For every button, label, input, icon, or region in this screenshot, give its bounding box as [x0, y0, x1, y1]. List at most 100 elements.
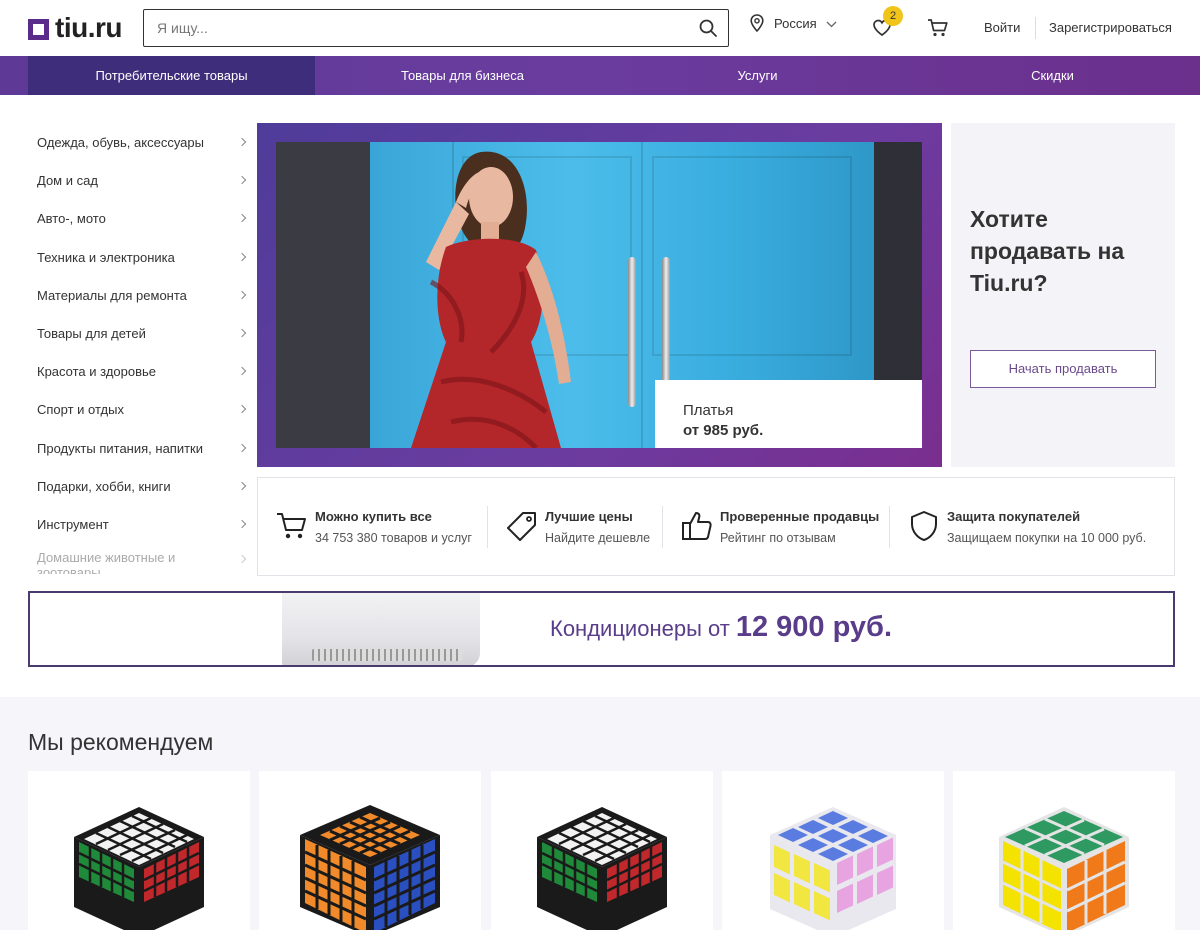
- hero-banner[interactable]: Платья от 985 руб.: [257, 123, 942, 467]
- chevron-right-icon: [237, 290, 247, 299]
- region-selector[interactable]: Россия: [750, 14, 837, 32]
- category-item[interactable]: Техника и электроника: [28, 239, 250, 277]
- chevron-right-icon: [237, 519, 247, 529]
- nav-consumer-goods[interactable]: Потребительские товары: [28, 56, 315, 95]
- chevron-right-icon: [237, 214, 247, 223]
- category-label: Продукты питания, напитки: [37, 440, 204, 456]
- category-item[interactable]: Красота и здоровье: [28, 353, 250, 391]
- chevron-down-icon: [826, 21, 837, 27]
- nav-business-goods[interactable]: Товары для бизнеса: [315, 56, 610, 95]
- feature-item: Проверенные продавцы Рейтинг по отзывам: [663, 478, 890, 575]
- search-box: [143, 9, 729, 47]
- rubiks-cube-image: [999, 807, 1129, 930]
- search-icon[interactable]: [698, 18, 718, 38]
- sell-promo: Хотите продавать на Tiu.ru? Начать прода…: [951, 123, 1175, 467]
- chevron-right-icon: [237, 252, 247, 261]
- hero-image: Платья от 985 руб.: [276, 142, 922, 448]
- category-item[interactable]: Одежда, обувь, аксессуары: [28, 124, 250, 162]
- logo-text: tiu.ru: [55, 12, 123, 43]
- rubiks-cube-image: [537, 807, 667, 930]
- category-item[interactable]: Дом и сад: [28, 162, 250, 200]
- chevron-right-icon: [237, 405, 247, 414]
- rubiks-cube-image: [770, 807, 896, 930]
- category-label: Красота и здоровье: [37, 364, 157, 380]
- rubiks-cube-image: [74, 807, 204, 930]
- cart-icon: [277, 513, 306, 539]
- search-input[interactable]: [144, 10, 684, 46]
- model-figure: [411, 151, 571, 448]
- ac-banner-label: Кондиционеры от: [550, 616, 730, 641]
- ac-banner-price: 12 900 руб.: [735, 611, 893, 643]
- feature-subtitle: Защищаем покупки на 10 000 руб.: [947, 531, 1147, 545]
- price-tag-icon: [507, 512, 536, 541]
- category-label: Спорт и отдых: [37, 402, 124, 418]
- location-pin-icon: [750, 14, 764, 32]
- product-card[interactable]: [28, 771, 250, 930]
- category-label: Авто-, мото: [37, 211, 106, 227]
- thumbs-up-icon: [682, 512, 712, 540]
- logo[interactable]: tiu.ru: [28, 12, 123, 43]
- category-label: Дом и сад: [37, 173, 98, 189]
- product-card[interactable]: [491, 771, 713, 930]
- feature-title: Можно купить все: [315, 509, 432, 524]
- hero-caption: Платья от 985 руб.: [655, 380, 922, 448]
- product-card[interactable]: [953, 771, 1175, 930]
- hero-caption-price: от 985 руб.: [683, 422, 764, 439]
- category-item[interactable]: Продукты питания, напитки: [28, 430, 250, 468]
- feature-subtitle: 34 753 380 товаров и услуг: [315, 531, 472, 545]
- chevron-right-icon: [237, 554, 247, 564]
- favorites-count-badge: 2: [883, 6, 903, 26]
- nav-services[interactable]: Услуги: [610, 56, 905, 95]
- category-label: Домашние животные и зоотовары: [37, 550, 176, 575]
- category-label: Товары для детей: [37, 325, 146, 341]
- register-link[interactable]: Зарегистрироваться: [1049, 20, 1172, 35]
- recommendations-title: Мы рекомендуем: [28, 729, 214, 755]
- category-label: Материалы для ремонта: [37, 287, 187, 303]
- category-label: Подарки, хобби, книги: [37, 478, 171, 494]
- login-link[interactable]: Войти: [984, 20, 1020, 35]
- rubiks-cube-image: [300, 805, 440, 930]
- chevron-right-icon: [237, 328, 247, 338]
- nav-discounts[interactable]: Скидки: [905, 56, 1200, 95]
- chevron-right-icon: [237, 443, 247, 452]
- feature-title: Защита покупателей: [947, 509, 1081, 524]
- chevron-right-icon: [237, 481, 247, 490]
- feature-subtitle: Рейтинг по отзывам: [720, 531, 836, 545]
- category-item[interactable]: Домашние животные и зоотовары: [28, 544, 250, 574]
- chevron-right-icon: [237, 366, 247, 376]
- category-item[interactable]: Материалы для ремонта: [28, 277, 250, 315]
- product-card[interactable]: [722, 771, 944, 930]
- cart-icon[interactable]: [927, 18, 949, 38]
- features-bar: Можно купить все 34 753 380 товаров и ус…: [257, 477, 1175, 576]
- category-item[interactable]: Товары для детей: [28, 315, 250, 353]
- chevron-right-icon: [237, 137, 247, 147]
- category-item[interactable]: Инструмент: [28, 506, 250, 544]
- hero-caption-title: Платья: [683, 402, 734, 419]
- category-item[interactable]: Авто-, мото: [28, 200, 250, 238]
- sell-title: Хотите продавать на Tiu.ru?: [970, 206, 1125, 296]
- feature-title: Проверенные продавцы: [720, 509, 880, 524]
- air-conditioner-image: [282, 593, 480, 665]
- category-item[interactable]: Спорт и отдых: [28, 391, 250, 429]
- recommendations-section: Мы рекомендуем: [0, 697, 1200, 930]
- feature-item: Защита покупателей Защищаем покупки на 1…: [890, 478, 1174, 575]
- shield-icon: [911, 511, 937, 541]
- feature-item: Можно купить все 34 753 380 товаров и ус…: [258, 478, 488, 575]
- product-card[interactable]: [259, 771, 481, 930]
- feature-title: Лучшие цены: [545, 509, 633, 524]
- category-label: Одежда, обувь, аксессуары: [37, 135, 204, 150]
- air-conditioner-banner[interactable]: Кондиционеры от 12 900 руб.: [28, 591, 1175, 667]
- feature-item: Лучшие цены Найдите дешевле: [488, 478, 663, 575]
- region-label: Россия: [774, 15, 817, 31]
- main-nav: Потребительские товары Товары для бизнес…: [0, 56, 1200, 95]
- ac-banner-text: Кондиционеры от 12 900 руб.: [550, 611, 892, 644]
- ac-vent: [312, 649, 462, 661]
- start-selling-button[interactable]: Начать продавать: [970, 350, 1156, 388]
- category-item[interactable]: Подарки, хобби, книги: [28, 468, 250, 506]
- category-list: Одежда, обувь, аксессуары Дом и сад Авто…: [28, 124, 250, 574]
- feature-subtitle: Найдите дешевле: [545, 531, 651, 545]
- logo-mark: [28, 18, 49, 40]
- header-divider: [1035, 17, 1036, 39]
- header: tiu.ru Россия 2 Войти Зарегистрироваться: [0, 0, 1200, 56]
- category-label: Техника и электроника: [37, 249, 175, 265]
